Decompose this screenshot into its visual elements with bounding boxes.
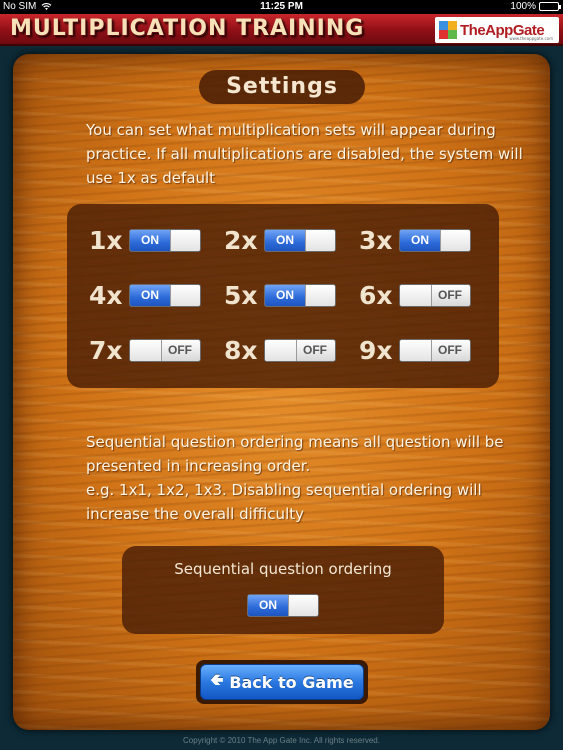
mult-item-6x: 6x OFF bbox=[359, 281, 471, 310]
toggle-state: ON bbox=[248, 595, 288, 616]
mult-label: 3x bbox=[359, 226, 393, 255]
mult-label: 9x bbox=[359, 336, 393, 365]
mult-label: 2x bbox=[224, 226, 258, 255]
mult-item-8x: 8x OFF bbox=[224, 336, 336, 365]
mult-item-9x: 9x OFF bbox=[359, 336, 471, 365]
status-bar: No SIM 11:25 PM 100% bbox=[0, 0, 563, 14]
toggle-state: ON bbox=[130, 285, 170, 306]
theappgate-logo[interactable]: TheAppGate www.theappgate.com bbox=[435, 17, 559, 43]
mult-item-7x: 7x OFF bbox=[89, 336, 201, 365]
back-button-frame: 🢀 Back to Game bbox=[196, 660, 368, 704]
toggle-knob bbox=[288, 595, 318, 616]
toggle-state: OFF bbox=[168, 343, 192, 357]
mult-item-4x: 4x ON bbox=[89, 281, 201, 310]
back-button-label: Back to Game bbox=[229, 672, 354, 692]
toggle-6x[interactable]: OFF bbox=[399, 284, 471, 307]
toggle-knob bbox=[265, 340, 297, 361]
toggle-4x[interactable]: ON bbox=[129, 284, 201, 307]
toggle-state: ON bbox=[265, 230, 305, 251]
settings-title: Settings bbox=[199, 70, 365, 104]
copyright-footer: Copyright © 2010 The App Gate Inc. All r… bbox=[183, 736, 380, 745]
toggle-5x[interactable]: ON bbox=[264, 284, 336, 307]
toggle-knob bbox=[440, 230, 470, 251]
toggle-state: ON bbox=[400, 230, 440, 251]
battery-icon bbox=[539, 2, 561, 11]
toggle-2x[interactable]: ON bbox=[264, 229, 336, 252]
toggle-knob bbox=[130, 340, 162, 361]
settings-description: You can set what multiplication sets wil… bbox=[86, 121, 523, 187]
toggle-knob bbox=[400, 285, 432, 306]
toggle-1x[interactable]: ON bbox=[129, 229, 201, 252]
mult-label: 4x bbox=[89, 281, 123, 310]
toggle-knob bbox=[170, 230, 200, 251]
toggle-state: ON bbox=[265, 285, 305, 306]
toggle-7x[interactable]: OFF bbox=[129, 339, 201, 362]
sequential-panel: Sequential question ordering ON bbox=[122, 546, 444, 634]
mult-item-5x: 5x ON bbox=[224, 281, 336, 310]
toggle-state: ON bbox=[130, 230, 170, 251]
toggle-8x[interactable]: OFF bbox=[264, 339, 336, 362]
wood-board: Settings You can set what multiplication… bbox=[13, 54, 550, 730]
app-header: MULTIPLICATION TRAINING TheAppGate www.t… bbox=[0, 14, 563, 46]
multiplication-panel: 1x ON 2x ON 3x ON 4x ON 5x ON 6x OFF 7x … bbox=[67, 204, 499, 388]
toggle-state: OFF bbox=[438, 288, 462, 302]
logo-mark-icon bbox=[439, 21, 457, 39]
toggle-knob bbox=[400, 340, 432, 361]
toggle-state: OFF bbox=[303, 343, 327, 357]
mult-label: 5x bbox=[224, 281, 258, 310]
arrow-left-icon: 🢀 bbox=[210, 669, 224, 689]
mult-item-3x: 3x ON bbox=[359, 226, 471, 255]
sequential-description-line-2: e.g. 1x1, 1x2, 1x3. Disabling sequential… bbox=[86, 481, 482, 523]
mult-label: 7x bbox=[89, 336, 123, 365]
battery-group: 100% bbox=[510, 1, 561, 12]
toggle-sequential[interactable]: ON bbox=[247, 594, 319, 617]
back-to-game-button[interactable]: 🢀 Back to Game bbox=[200, 664, 364, 700]
toggle-knob bbox=[305, 230, 335, 251]
sequential-label: Sequential question ordering bbox=[174, 560, 392, 578]
mult-item-1x: 1x ON bbox=[89, 226, 201, 255]
mult-label: 6x bbox=[359, 281, 393, 310]
clock: 11:25 PM bbox=[260, 1, 303, 12]
toggle-knob bbox=[305, 285, 335, 306]
sequential-description: Sequential question ordering means all q… bbox=[86, 430, 526, 526]
battery-percent: 100% bbox=[510, 1, 536, 12]
logo-subtext: www.theappgate.com bbox=[509, 36, 553, 41]
mult-label: 8x bbox=[224, 336, 258, 365]
toggle-9x[interactable]: OFF bbox=[399, 339, 471, 362]
mult-label: 1x bbox=[89, 226, 123, 255]
toggle-knob bbox=[170, 285, 200, 306]
toggle-state: OFF bbox=[438, 343, 462, 357]
app-title: MULTIPLICATION TRAINING bbox=[10, 16, 365, 41]
toggle-3x[interactable]: ON bbox=[399, 229, 471, 252]
sequential-description-line-1: Sequential question ordering means all q… bbox=[86, 433, 504, 475]
mult-item-2x: 2x ON bbox=[224, 226, 336, 255]
